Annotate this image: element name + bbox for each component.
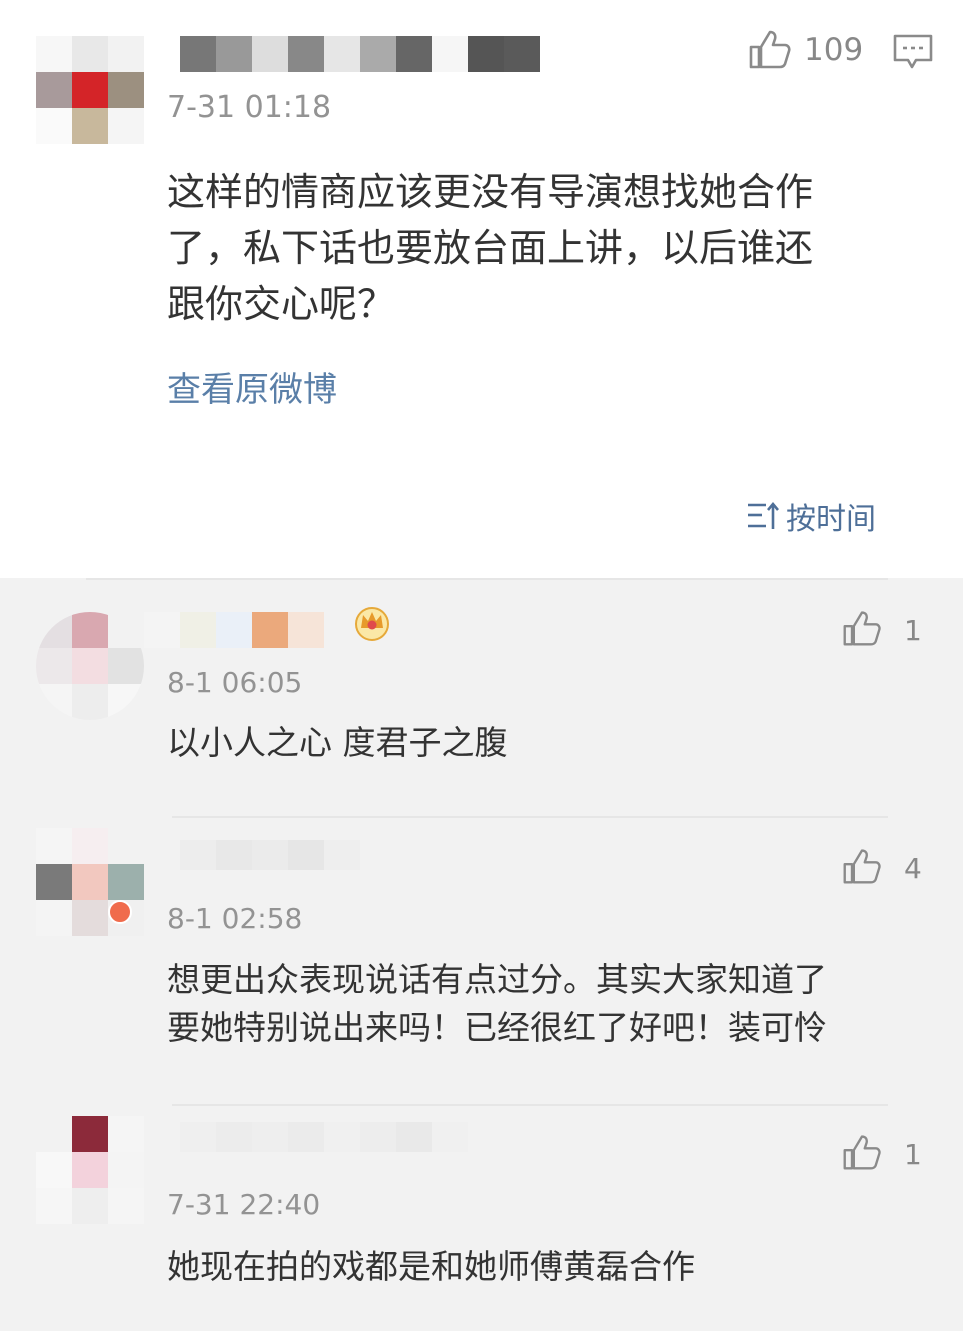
reply-list: 1 8-1 06:05 以小人之心 度君子之腹 4 8-1 02:58 想更出众…: [0, 578, 963, 1331]
avatar[interactable]: [36, 612, 144, 720]
main-comment: 109 7-31 01:18 这样的情商应该更没有导演想找她合作 了，私下话也要…: [0, 0, 963, 578]
reply-time: 8-1 06:05: [167, 666, 303, 699]
divider: [86, 578, 888, 580]
sort-label: 按时间: [786, 502, 876, 537]
like-count: 109: [804, 32, 864, 68]
reply-time: 7-31 22:40: [167, 1188, 321, 1221]
username-pixelated[interactable]: [180, 36, 540, 72]
avatar-main[interactable]: [36, 36, 144, 144]
view-original-link[interactable]: 查看原微博: [167, 362, 337, 411]
username-pixelated[interactable]: [180, 840, 360, 870]
comment-text-line: 这样的情商应该更没有导演想找她合作: [167, 170, 814, 214]
verified-badge: [108, 900, 132, 924]
reply-text-line: 以小人之心 度君子之腹: [167, 723, 508, 762]
sort-icon: [748, 501, 779, 529]
like-count: 1: [904, 614, 922, 647]
divider: [172, 1104, 888, 1106]
sort-by-time-button[interactable]: 按时间: [746, 494, 876, 538]
reply-text-line: 她现在拍的戏都是和她师傅黄磊合作: [167, 1247, 695, 1286]
comment-time: 7-31 01:18: [167, 90, 332, 125]
thumbs-up-icon[interactable]: [842, 1132, 882, 1172]
reply-text-line: 要她特别说出来吗！已经很红了好吧！装可怜: [167, 1008, 827, 1047]
reply-time: 8-1 02:58: [167, 902, 303, 935]
reply-text-line: 想更出众表现说话有点过分。其实大家知道了: [167, 960, 827, 999]
username-pixelated[interactable]: [144, 612, 324, 648]
username-pixelated[interactable]: [180, 1122, 468, 1152]
comment-text-line: 跟你交心呢？: [167, 282, 396, 326]
divider: [172, 816, 888, 818]
thumbs-up-icon[interactable]: [842, 846, 882, 886]
comment-text-line: 了，私下话也要放台面上讲，以后谁还: [167, 226, 814, 270]
thumbs-up-icon[interactable]: [748, 28, 792, 70]
like-count: 1: [904, 1138, 922, 1171]
avatar[interactable]: [36, 1116, 144, 1224]
thumbs-up-icon[interactable]: [842, 608, 882, 648]
like-count: 4: [904, 852, 922, 885]
comment-icon[interactable]: [892, 33, 934, 71]
crown-badge-icon: [355, 607, 389, 641]
